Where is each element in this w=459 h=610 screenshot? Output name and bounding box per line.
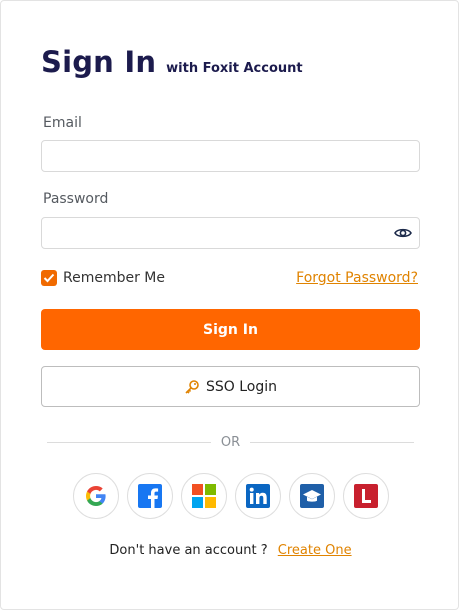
divider-line: [250, 441, 415, 443]
signup-prompt: Don't have an account ? Create One: [1, 543, 459, 558]
create-account-link[interactable]: Create One: [278, 543, 352, 558]
facebook-icon: [138, 484, 162, 508]
education-icon: [300, 484, 324, 508]
email-field[interactable]: [41, 140, 420, 172]
password-field[interactable]: [41, 217, 420, 249]
linkedin-icon: [246, 484, 270, 508]
remember-me-label: Remember Me: [63, 270, 165, 286]
remember-me: Remember Me: [41, 270, 165, 286]
password-label: Password: [43, 191, 109, 207]
forgot-password-link[interactable]: Forgot Password?: [296, 270, 418, 286]
page-subtitle: with Foxit Account: [166, 61, 303, 76]
microsoft-login-button[interactable]: [181, 473, 227, 519]
l-icon: [354, 484, 378, 508]
show-password-icon[interactable]: [393, 224, 413, 242]
email-label: Email: [43, 115, 82, 131]
l-login-button[interactable]: [343, 473, 389, 519]
key-icon: [184, 379, 200, 395]
linkedin-login-button[interactable]: [235, 473, 281, 519]
divider-line: [47, 441, 211, 443]
google-icon: [86, 486, 106, 506]
signup-prompt-text: Don't have an account ?: [109, 543, 268, 558]
google-login-button[interactable]: [73, 473, 119, 519]
social-login-row: [73, 473, 397, 519]
sign-in-card: Sign In with Foxit Account Email Passwor…: [0, 0, 459, 610]
facebook-login-button[interactable]: [127, 473, 173, 519]
title-row: Sign In with Foxit Account: [41, 45, 303, 79]
sign-in-button[interactable]: Sign In: [41, 309, 420, 350]
education-login-button[interactable]: [289, 473, 335, 519]
remember-me-checkbox[interactable]: [41, 270, 57, 286]
sso-login-label: SSO Login: [205, 378, 277, 395]
page-title: Sign In: [41, 45, 157, 79]
microsoft-icon: [192, 484, 216, 508]
sso-login-button[interactable]: SSO Login: [41, 366, 420, 407]
or-text: OR: [220, 434, 241, 450]
or-divider: OR: [47, 433, 415, 451]
